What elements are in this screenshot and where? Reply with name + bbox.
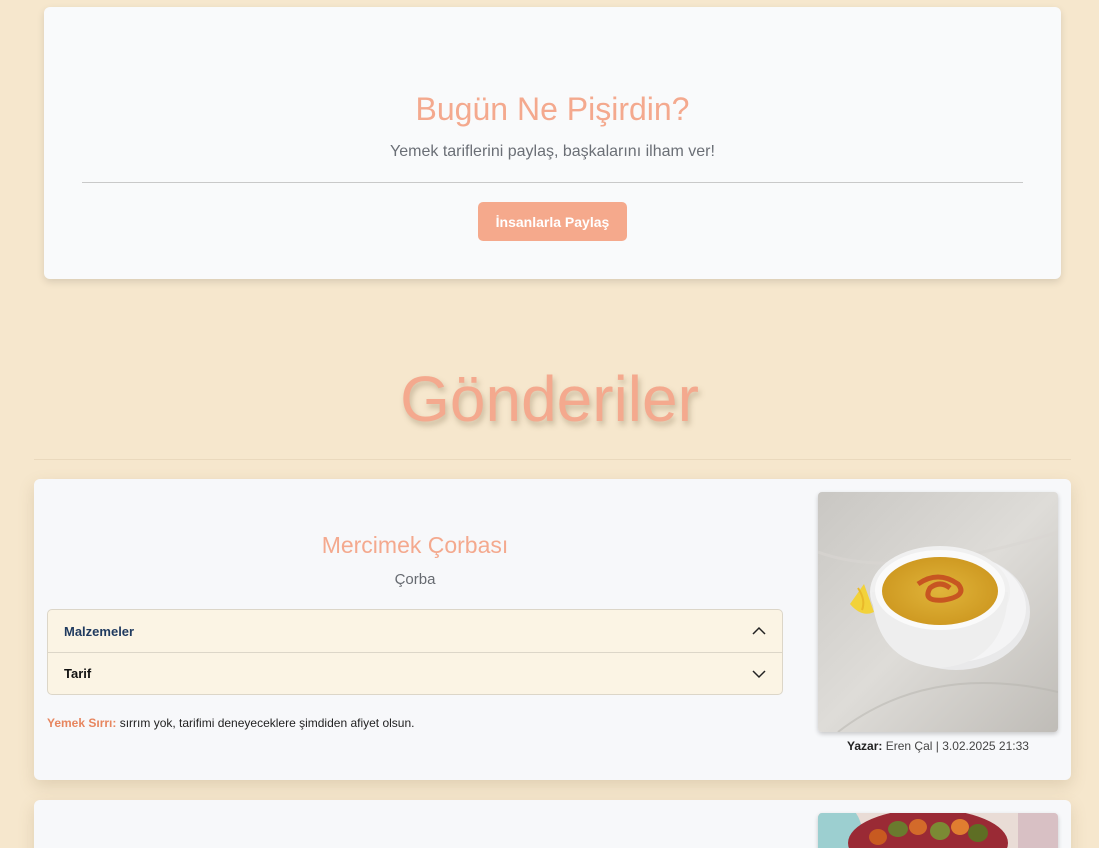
author-info: Eren Çal | 3.02.2025 21:33 xyxy=(882,739,1029,753)
section-divider xyxy=(34,459,1071,460)
posts-section-title: Gönderiler xyxy=(400,363,699,435)
post-card xyxy=(34,800,1071,848)
share-button[interactable]: İnsanlarla Paylaş xyxy=(478,202,627,241)
chevron-up-icon xyxy=(752,626,766,635)
hero-divider xyxy=(82,182,1023,183)
food-secret-text: sırrım yok, tarifimi deneyeceklere şimdi… xyxy=(116,716,415,730)
hero-title: Bugün Ne Pişirdin? xyxy=(415,91,690,127)
hero-card: Bugün Ne Pişirdin? Yemek tariflerini pay… xyxy=(44,7,1061,279)
chevron-down-icon xyxy=(752,669,766,678)
accordion-ingredients-label: Malzemeler xyxy=(64,623,135,639)
lentil-soup-photo xyxy=(818,492,1058,732)
accordion-ingredients[interactable]: Malzemeler xyxy=(48,610,782,652)
post-title: Mercimek Çorbası xyxy=(321,532,509,558)
post-category: Çorba xyxy=(394,571,436,588)
accordion-recipe[interactable]: Tarif xyxy=(48,652,782,694)
hero-subtitle: Yemek tariflerini paylaş, başkalarını il… xyxy=(390,143,715,160)
post-card: Mercimek Çorbası Çorba Malzemeler Tarif … xyxy=(34,479,1071,780)
post-accordion: Malzemeler Tarif xyxy=(47,609,783,695)
author-label: Yazar: xyxy=(847,739,883,753)
food-secret-label: Yemek Sırrı: xyxy=(47,716,117,730)
food-secret: Yemek Sırrı: sırrım yok, tarifimi deneye… xyxy=(47,716,415,730)
pickles-photo xyxy=(818,813,1058,848)
post-author: Yazar: Eren Çal | 3.02.2025 21:33 xyxy=(818,739,1058,753)
accordion-recipe-label: Tarif xyxy=(64,666,92,681)
